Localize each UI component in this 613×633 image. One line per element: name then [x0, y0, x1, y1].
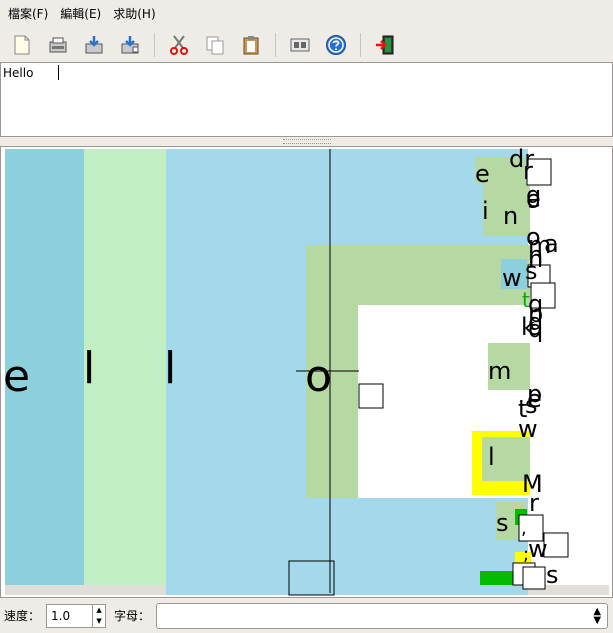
big-letter: l: [83, 343, 95, 394]
small-letter: w: [518, 415, 538, 443]
big-letter: e: [3, 351, 30, 402]
save-button[interactable]: [76, 29, 112, 61]
small-letter: a: [544, 230, 559, 258]
cut-icon: [170, 35, 188, 55]
help-button[interactable]: [318, 29, 354, 61]
speed-spinner[interactable]: 1.0 ▲ ▼: [46, 603, 107, 628]
save-icon: [85, 36, 103, 54]
pane-splitter[interactable]: [0, 137, 613, 145]
marker-box: [522, 566, 546, 590]
small-letter: m: [488, 357, 511, 385]
small-letter: n: [503, 202, 518, 230]
small-letter: r: [529, 489, 539, 517]
copy-icon: [206, 36, 224, 55]
small-letter: s: [496, 509, 509, 537]
spin-up-icon[interactable]: ▲: [93, 605, 105, 616]
toolbar-separator: [154, 33, 155, 57]
open-icon: [49, 37, 67, 53]
small-letter: w: [502, 264, 522, 292]
editor-text: Hello: [3, 66, 34, 80]
drawing-canvas[interactable]: e l l o dr e r g i n e o n m a n w s t q…: [0, 146, 613, 598]
new-icon: [14, 35, 30, 55]
menubar: 檔案(F) 編輯(E) 求助(H): [0, 0, 613, 28]
status-bar: 速度： 1.0 ▲ ▼ 字母： ▲ ▼: [0, 598, 613, 633]
save-as-button[interactable]: [112, 29, 148, 61]
bottom-strip: [166, 585, 528, 595]
combo-arrows-icon: ▲ ▼: [593, 605, 602, 626]
save-as-icon: [121, 36, 139, 54]
toolbar: [0, 28, 613, 62]
menu-help[interactable]: 求助(H): [107, 0, 161, 28]
small-letter: e: [475, 160, 490, 188]
marker-box: [358, 383, 384, 409]
toolbar-separator: [275, 33, 276, 57]
spin-down-icon[interactable]: ▼: [93, 616, 105, 627]
small-letter: ,: [521, 518, 527, 539]
menu-edit[interactable]: 編輯(E): [54, 0, 107, 28]
help-icon: [326, 35, 346, 55]
small-letter: e: [526, 185, 541, 213]
big-letter: l: [164, 343, 176, 394]
paste-icon: [243, 36, 259, 55]
speed-label: 速度：: [4, 609, 41, 623]
letters-label: 字母：: [114, 609, 151, 623]
small-letter: s: [546, 561, 559, 589]
menu-file[interactable]: 檔案(F): [2, 0, 54, 28]
toolbar-separator: [360, 33, 361, 57]
small-letter: w: [528, 535, 548, 563]
small-letter: i: [482, 197, 489, 225]
copy-button[interactable]: [197, 29, 233, 61]
canvas-svg: e l l o dr e r g i n e o n m a n w s t q…: [3, 147, 609, 596]
quit-icon: [376, 35, 394, 55]
preferences-icon: [290, 38, 310, 52]
small-letter: g: [528, 308, 543, 336]
text-caret: [58, 65, 59, 80]
paste-button[interactable]: [233, 29, 269, 61]
cut-button[interactable]: [161, 29, 197, 61]
open-button[interactable]: [40, 29, 76, 61]
big-letter: o: [305, 351, 332, 402]
new-button[interactable]: [4, 29, 40, 61]
small-letter: s: [525, 257, 538, 285]
quit-button[interactable]: [367, 29, 403, 61]
column-block: [84, 149, 166, 595]
speed-value: 1.0: [51, 608, 71, 623]
letters-combo[interactable]: ▲ ▼: [156, 602, 609, 629]
preferences-button[interactable]: [282, 29, 318, 61]
small-letter: l: [488, 443, 495, 471]
text-editor[interactable]: Hello: [0, 62, 613, 137]
